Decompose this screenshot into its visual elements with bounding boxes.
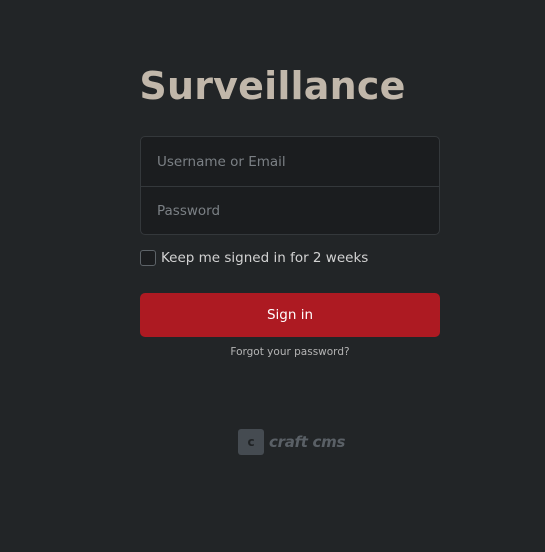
login-page: Surveillance Keep me signed in for 2 wee… xyxy=(0,0,545,552)
brand-text: craft cms xyxy=(269,433,346,451)
sign-in-button[interactable]: Sign in xyxy=(140,293,440,337)
remember-me[interactable]: Keep me signed in for 2 weeks xyxy=(140,250,368,266)
remember-label: Keep me signed in for 2 weeks xyxy=(161,250,369,266)
craft-cms-branding[interactable]: c craft cms xyxy=(238,429,345,455)
username-input[interactable] xyxy=(141,137,439,186)
craft-logo-icon: c xyxy=(238,429,264,455)
site-title: Surveillance xyxy=(139,64,406,108)
credentials-group xyxy=(140,136,440,235)
forgot-password-link[interactable]: Forgot your password? xyxy=(0,346,545,358)
password-input[interactable] xyxy=(141,186,439,234)
remember-checkbox[interactable] xyxy=(140,250,156,266)
